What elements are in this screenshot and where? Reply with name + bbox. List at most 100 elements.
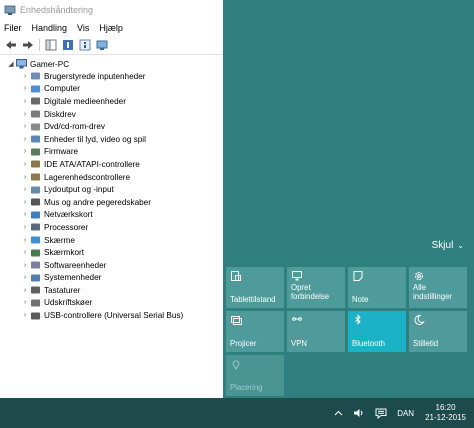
tile-bluetooth[interactable]: Bluetooth <box>348 311 406 352</box>
expand-arrow-icon[interactable]: › <box>20 221 30 233</box>
keyboard-icon <box>31 286 40 294</box>
expand-arrow-icon[interactable]: ◢ <box>6 58 16 70</box>
tile-location[interactable]: Placering <box>226 355 284 396</box>
show-hide-tree-button[interactable] <box>44 38 58 52</box>
tile-quiet-hours[interactable]: Stilletid <box>409 311 467 352</box>
expand-arrow-icon[interactable]: › <box>20 171 30 183</box>
processor-icon <box>31 223 40 231</box>
tree-item[interactable]: › Computer <box>20 83 223 96</box>
language-indicator[interactable]: DAN <box>397 409 414 418</box>
tree-item[interactable]: › Udskriftskøer <box>20 297 223 310</box>
expand-arrow-icon[interactable]: › <box>20 121 30 133</box>
tree-item[interactable]: › Softwareenheder <box>20 259 223 272</box>
tree-item[interactable]: › Netværkskort <box>20 209 223 222</box>
properties-button[interactable] <box>61 38 75 52</box>
tree-item-label: Enheder til lyd, video og spil <box>44 134 146 144</box>
expand-arrow-icon[interactable]: › <box>20 184 30 196</box>
volume-button[interactable] <box>353 408 365 418</box>
monitor-scan-icon <box>96 40 108 50</box>
dvd-drive-icon <box>31 123 40 131</box>
tree-item[interactable]: › Enheder til lyd, video og spil <box>20 133 223 146</box>
tree-item[interactable]: › Skærmkort <box>20 246 223 259</box>
device-tree: ◢ Gamer-PC › Brugerstyrede inputenheder › C… <box>0 55 223 322</box>
tree-item[interactable]: › Firmware <box>20 146 223 159</box>
tree-item[interactable]: › Tastaturer <box>20 284 223 297</box>
scan-hardware-button[interactable] <box>95 38 109 52</box>
toolbar-separator <box>39 39 40 51</box>
expand-arrow-icon[interactable]: › <box>20 310 30 322</box>
tile-all-settings[interactable]: Alle indstillinger <box>409 267 467 308</box>
tree-item-label: Lydoutput og -input <box>44 185 114 195</box>
menu-filer[interactable]: Filer <box>4 23 22 33</box>
arrow-left-icon <box>6 41 16 49</box>
show-hidden-icons-button[interactable] <box>334 410 343 416</box>
project-icon <box>231 316 242 325</box>
notification-icon <box>375 408 387 419</box>
tree-item[interactable]: › Dvd/cd-rom-drev <box>20 120 223 133</box>
expand-arrow-icon[interactable]: › <box>20 146 30 158</box>
disk-drive-icon <box>31 110 40 118</box>
tree-item[interactable]: › Skærme <box>20 234 223 247</box>
tile-connect[interactable]: Opret forbindelse <box>287 267 345 308</box>
expand-arrow-icon[interactable]: › <box>20 209 30 221</box>
tile-label-line1: Opret <box>291 283 311 292</box>
forward-button[interactable] <box>21 38 35 52</box>
tile-tablet-mode[interactable]: Tablettilstand <box>226 267 284 308</box>
expand-arrow-icon[interactable]: › <box>20 133 30 145</box>
expand-arrow-icon[interactable]: › <box>20 95 30 107</box>
back-button[interactable] <box>4 38 18 52</box>
vpn-icon <box>292 317 302 321</box>
tablet-mode-icon <box>231 271 241 281</box>
device-manager-window: Enhedshåndtering Filer Handling Vis Hjæl… <box>0 0 223 398</box>
tree-item[interactable]: › IDE ATA/ATAPI-controllere <box>20 158 223 171</box>
tree-item[interactable]: › Digitale medieenheder <box>20 95 223 108</box>
expand-arrow-icon[interactable]: › <box>20 108 30 120</box>
action-center-button[interactable] <box>375 408 387 419</box>
monitor-icon <box>31 236 40 244</box>
print-queue-icon <box>31 299 40 307</box>
chevron-up-icon <box>334 410 343 416</box>
collapse-button[interactable]: Skjul ⌄ <box>432 240 464 251</box>
tree-root[interactable]: ◢ Gamer-PC <box>6 58 223 70</box>
clock-time: 16:20 <box>435 403 456 412</box>
expand-arrow-icon[interactable]: › <box>20 259 30 271</box>
software-device-icon <box>31 261 40 269</box>
tile-label: Note <box>352 295 369 304</box>
tile-label: Projicer <box>230 339 257 348</box>
tile-project[interactable]: Projicer <box>226 311 284 352</box>
tree-item[interactable]: › Mus og andre pegeredskaber <box>20 196 223 209</box>
tree-item-label: Processorer <box>44 222 89 232</box>
tree-item[interactable]: › Brugerstyrede inputenheder <box>20 70 223 83</box>
tree-item[interactable]: › Processorer <box>20 221 223 234</box>
tree-item[interactable]: › Lagerenhedscontrollere <box>20 171 223 184</box>
expand-arrow-icon[interactable]: › <box>20 272 30 284</box>
tree-item[interactable]: › Lydoutput og -input <box>20 183 223 196</box>
tree-item[interactable]: › Systemenheder <box>20 272 223 285</box>
settings-icon <box>414 271 424 281</box>
volume-icon <box>354 409 363 417</box>
location-icon <box>232 360 240 370</box>
expand-arrow-icon[interactable]: › <box>20 297 30 309</box>
tree-item[interactable]: › Diskdrev <box>20 108 223 121</box>
expand-arrow-icon[interactable]: › <box>20 247 30 259</box>
expand-arrow-icon[interactable]: › <box>20 284 30 296</box>
help-button[interactable] <box>78 38 92 52</box>
system-tray: DAN 16:20 21-12-2015 <box>329 398 470 428</box>
expand-arrow-icon[interactable]: › <box>20 158 30 170</box>
expand-arrow-icon[interactable]: › <box>20 196 30 208</box>
menu-vis[interactable]: Vis <box>77 23 89 33</box>
tile-note[interactable]: Note <box>348 267 406 308</box>
expand-arrow-icon[interactable]: › <box>20 70 30 82</box>
window-title: Enhedshåndtering <box>20 5 94 15</box>
menu-hjaelp[interactable]: Hjælp <box>99 23 123 33</box>
tree-view-icon <box>45 39 57 51</box>
expand-arrow-icon[interactable]: › <box>20 234 30 246</box>
properties-icon <box>63 40 73 50</box>
expand-arrow-icon[interactable]: › <box>20 83 30 95</box>
tile-vpn[interactable]: VPN <box>287 311 345 352</box>
clock[interactable]: 16:20 21-12-2015 <box>425 403 466 423</box>
menu-handling[interactable]: Handling <box>32 23 68 33</box>
tree-item[interactable]: › USB-controllere (Universal Serial Bus) <box>20 309 223 322</box>
title-bar[interactable]: Enhedshåndtering <box>0 0 223 20</box>
tree-item-label: Lagerenhedscontrollere <box>44 172 131 182</box>
